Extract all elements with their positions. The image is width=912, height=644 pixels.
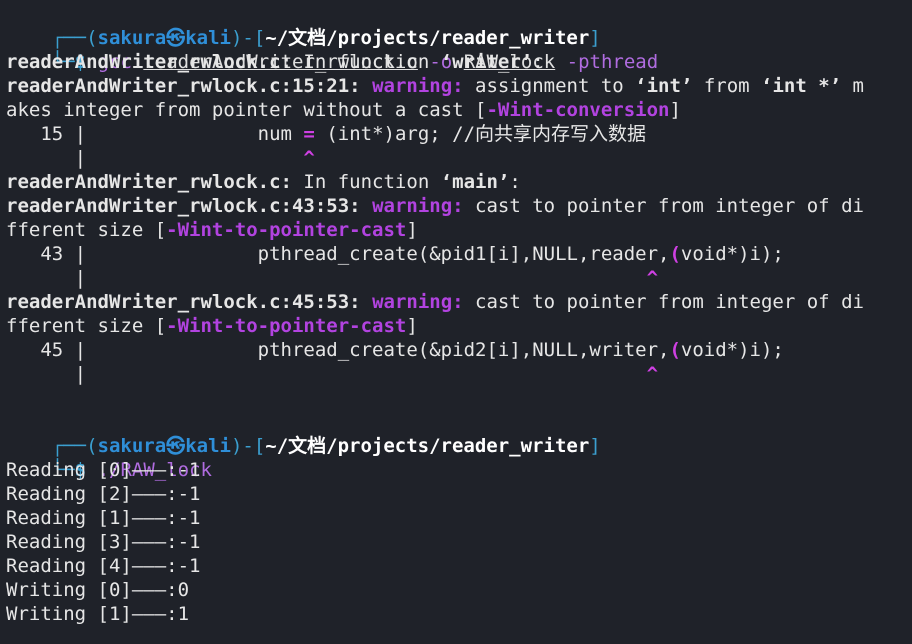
output-line: | ^: [6, 267, 659, 289]
prompt-close: ]: [589, 435, 601, 457]
output-line: readerAndWriter_rwlock.c: In function ‘w…: [6, 51, 544, 73]
output-line: 15 | num = (int*)arg; //向共享内存写入数据: [6, 123, 647, 145]
run-output-line: Reading [3]———:-1: [6, 531, 201, 553]
prompt-sep: )-[: [230, 435, 266, 457]
prompt-path: ~/文档/projects/reader_writer: [265, 435, 590, 457]
output-line: readerAndWriter_rwlock.c: In function ‘m…: [6, 171, 521, 193]
output-line: | ^: [6, 147, 315, 169]
run-output-line: Reading [1]———:-1: [6, 507, 201, 529]
output-line: readerAndWriter_rwlock.c:45:53: warning:…: [6, 291, 864, 313]
run-output-line: Writing [0]———:0: [6, 579, 190, 601]
output-line: fferent size [-Wint-to-pointer-cast]: [6, 219, 418, 241]
output-line: readerAndWriter_rwlock.c:43:53: warning:…: [6, 195, 864, 217]
output-line: akes integer from pointer without a cast…: [6, 99, 681, 121]
run-output-line: Reading [0]———:-1: [6, 459, 201, 481]
output-line: readerAndWriter_rwlock.c:15:21: warning:…: [6, 75, 864, 97]
terminal-window[interactable]: ┌──(sakura㉿kali)-[~/文档/projects/reader_w…: [0, 0, 912, 644]
prompt-header-1: ┌──(sakura㉿kali)-[~/文档/projects/reader_w…: [6, 2, 601, 49]
run-output-line: Writing [1]———:1: [6, 603, 190, 625]
output-line: 45 | pthread_create(&pid2[i],NULL,writer…: [6, 339, 784, 361]
output-line: fferent size [-Wint-to-pointer-cast]: [6, 315, 418, 337]
output-line: | ^: [6, 363, 659, 385]
run-output-line: Reading [2]———:-1: [6, 483, 201, 505]
command-line-2: └─$ ./RAW_lock: [6, 434, 212, 481]
command-flag-pthread: -pthread: [566, 51, 659, 73]
prompt-header-2: ┌──(sakura㉿kali)-[~/文档/projects/reader_w…: [6, 410, 601, 457]
run-output-line: Reading [4]———:-1: [6, 555, 201, 577]
command-line-1: └─$ gcc readerAndWriter_rwlock.c -o RAW_…: [6, 26, 658, 73]
output-line: 43 | pthread_create(&pid1[i],NULL,reader…: [6, 243, 784, 265]
